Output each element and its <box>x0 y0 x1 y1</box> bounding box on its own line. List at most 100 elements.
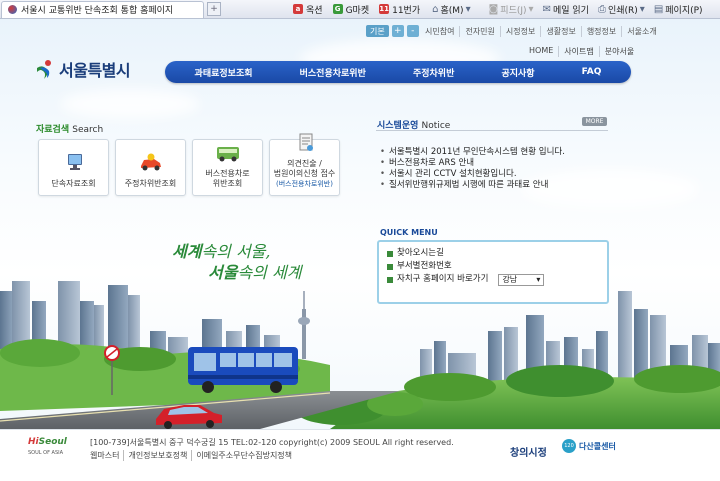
util-link-life-info[interactable]: 생활정보 <box>540 26 580 37</box>
slogan-emphasis: 세계 <box>172 242 202 261</box>
search-section-title: 자료검색 Search <box>36 122 103 135</box>
print-label: 인쇄(R) <box>607 5 638 16</box>
zoom-out-button[interactable]: - <box>406 25 419 37</box>
card-label-line1: 버스전용차로 <box>205 169 250 178</box>
page-label: 페이지(P) <box>665 5 703 16</box>
card-label-line1: 의견진술 / <box>287 159 322 168</box>
district-select[interactable]: 강남 ▾ <box>498 273 545 286</box>
district-select-value: 강남 <box>502 275 518 284</box>
quick-menu-title: QUICK MENU <box>380 228 438 237</box>
gmarket-icon: G <box>332 4 343 14</box>
chevron-down-icon: ▾ <box>639 3 645 15</box>
creative-policy-badge[interactable]: 창의시정 <box>510 444 547 459</box>
quick-item-label: 부서별전화번호 <box>397 261 452 271</box>
quick-item-phone[interactable]: 부서별전화번호 <box>387 260 599 273</box>
favorite-auction[interactable]: a 옥션 <box>293 3 323 16</box>
browser-command-bar: ⌂ 홈(M) ▾ ◙ 피드(J) ▾ ✉ 메일 읽기 ⎙ 인쇄(R) ▾ ▤ 페… <box>432 3 702 16</box>
favorite-label: 11번가 <box>392 5 421 16</box>
font-size-controls: 기본 + - <box>366 25 419 37</box>
notice-divider <box>376 130 608 131</box>
zoom-in-button[interactable]: + <box>391 25 404 37</box>
card-objection-filing[interactable]: 의견진술 / 법원이의신청 접수 (버스전용차로위반) <box>269 133 340 196</box>
notice-item[interactable]: 질서위반행위규제법 시행에 따른 과태료 안내 <box>380 180 565 191</box>
bus-lane-icon <box>215 143 241 163</box>
logo-hi: Hi <box>28 437 39 447</box>
nav-fine-info[interactable]: 과태료정보조회 <box>189 66 259 79</box>
footer-address: [100-739]서울특별시 중구 덕수궁길 15 TEL:02-120 cop… <box>90 438 454 447</box>
favorite-label: 옥션 <box>306 5 323 16</box>
bullet-icon <box>387 276 393 283</box>
card-label: 주정차위반조회 <box>124 179 177 188</box>
logo-text: 서울특별시 <box>59 61 131 80</box>
mail-button[interactable]: ✉ 메일 읽기 <box>543 3 589 16</box>
sub-links: HOME 사이트맵 분야서울 <box>524 46 639 57</box>
util-link-city-info[interactable]: 시정정보 <box>499 26 540 37</box>
favorites-bar: a 옥션 G G마켓 11 11번가 <box>293 3 420 16</box>
font-basic-button[interactable]: 기본 <box>366 25 389 37</box>
card-parking-violation[interactable]: 주정차위반조회 <box>115 139 186 196</box>
print-button[interactable]: ⎙ 인쇄(R) ▾ <box>598 3 645 16</box>
notice-list: 서울특별시 2011년 무인단속시스템 현황 입니다. 버스전용차로 ARS 안… <box>380 147 565 191</box>
main-navigation: 과태료정보조회 버스전용차로위반 주정차위반 공지사항 FAQ <box>165 61 631 83</box>
util-link-about-seoul[interactable]: 서울소개 <box>621 26 661 37</box>
new-tab-button[interactable]: + <box>207 2 221 16</box>
favorite-label: G마켓 <box>345 5 370 16</box>
home-link[interactable]: HOME <box>524 46 558 57</box>
notice-more-button[interactable]: MORE <box>582 117 607 126</box>
quick-item-directions[interactable]: 찾아오시는길 <box>387 247 599 260</box>
nav-notice[interactable]: 공지사항 <box>495 66 540 79</box>
browser-tab[interactable]: 서울시 교통위반 단속조회 통합 홈페이지 <box>1 0 204 18</box>
quick-item-label[interactable]: 자치구 홈페이지 바로가기 <box>397 273 488 286</box>
chevron-down-icon: ▾ <box>536 275 541 284</box>
footer-link-email-policy[interactable]: 이메일주소무단수집방지정책 <box>191 450 296 461</box>
city-skyline-illustration <box>0 281 720 429</box>
mail-icon: ✉ <box>542 3 551 15</box>
call-center-icon: 120 <box>562 439 576 453</box>
utility-links: 시민참여 전자민원 시정정보 생활정보 행정정보 서울소개 <box>420 26 662 37</box>
logo-seoul: Seoul <box>38 437 67 447</box>
quick-item-label: 찾아오시는길 <box>397 248 444 258</box>
seoul-logo[interactable]: 서울특별시 <box>35 57 131 81</box>
slogan-line2: 서울속의 세계 <box>208 262 301 283</box>
bullet-icon <box>387 263 393 270</box>
footer-link-privacy[interactable]: 개인정보보호정책 <box>123 450 191 461</box>
seoul-favicon-icon <box>8 5 17 14</box>
feed-label: 피드(J) <box>500 5 527 16</box>
card-enforcement-data[interactable]: 단속자료조회 <box>38 139 109 196</box>
tab-title: 서울시 교통위반 단속조회 통합 홈페이지 <box>21 6 174 16</box>
quick-item-district: 자치구 홈페이지 바로가기 강남 ▾ <box>387 273 599 286</box>
notice-item[interactable]: 버스전용차로 ARS 안내 <box>380 158 565 169</box>
nav-faq[interactable]: FAQ <box>576 67 608 77</box>
card-bus-lane-violation[interactable]: 버스전용차로 위반조회 <box>192 139 263 196</box>
util-link-participation[interactable]: 시민참여 <box>420 26 459 37</box>
favorite-gmarket[interactable]: G G마켓 <box>332 3 370 16</box>
notice-item[interactable]: 서울시 관리 CCTV 설치현황입니다. <box>380 169 565 180</box>
feed-button[interactable]: ◙ 피드(J) ▾ <box>489 3 534 16</box>
seoul-field-link[interactable]: 분야서울 <box>598 46 639 57</box>
sitemap-link[interactable]: 사이트맵 <box>558 46 598 57</box>
home-label: 홈(M) <box>440 5 464 16</box>
11st-icon: 11 <box>379 4 390 14</box>
monitor-icon <box>61 153 87 173</box>
hi-seoul-logo: HiSeoul SOUL OF ASIA <box>28 437 67 456</box>
slogan-text: 속의 서울, <box>201 242 271 261</box>
nav-bus-lane[interactable]: 버스전용차로위반 <box>294 66 372 79</box>
footer-link-webmaster[interactable]: 웹마스터 <box>90 450 123 461</box>
util-link-admin-info[interactable]: 행정정보 <box>580 26 621 37</box>
car-icon <box>138 153 164 173</box>
nav-parking[interactable]: 주정차위반 <box>407 66 460 79</box>
card-label-line2: 법원이의신청 접수 <box>273 169 336 178</box>
logo-tagline: SOUL OF ASIA <box>28 450 64 456</box>
page-button[interactable]: ▤ 페이지(P) <box>654 3 703 16</box>
print-icon: ⎙ <box>597 3 606 15</box>
bullet-icon <box>387 250 393 257</box>
favorite-11st[interactable]: 11 11번가 <box>379 3 420 16</box>
chevron-down-icon: ▾ <box>465 3 471 15</box>
util-link-civil-service[interactable]: 전자민원 <box>459 26 499 37</box>
notice-item[interactable]: 서울특별시 2011년 무인단속시스템 현황 입니다. <box>380 147 565 158</box>
quick-menu: 찾아오시는길 부서별전화번호 자치구 홈페이지 바로가기 강남 ▾ <box>377 240 609 304</box>
home-button[interactable]: ⌂ 홈(M) ▾ <box>432 3 470 16</box>
dasan-call-center-badge[interactable]: 120 다산콜센터 <box>562 439 616 453</box>
footer: HiSeoul SOUL OF ASIA [100-739]서울특별시 중구 덕… <box>0 429 720 481</box>
chevron-down-icon: ▾ <box>528 3 534 15</box>
